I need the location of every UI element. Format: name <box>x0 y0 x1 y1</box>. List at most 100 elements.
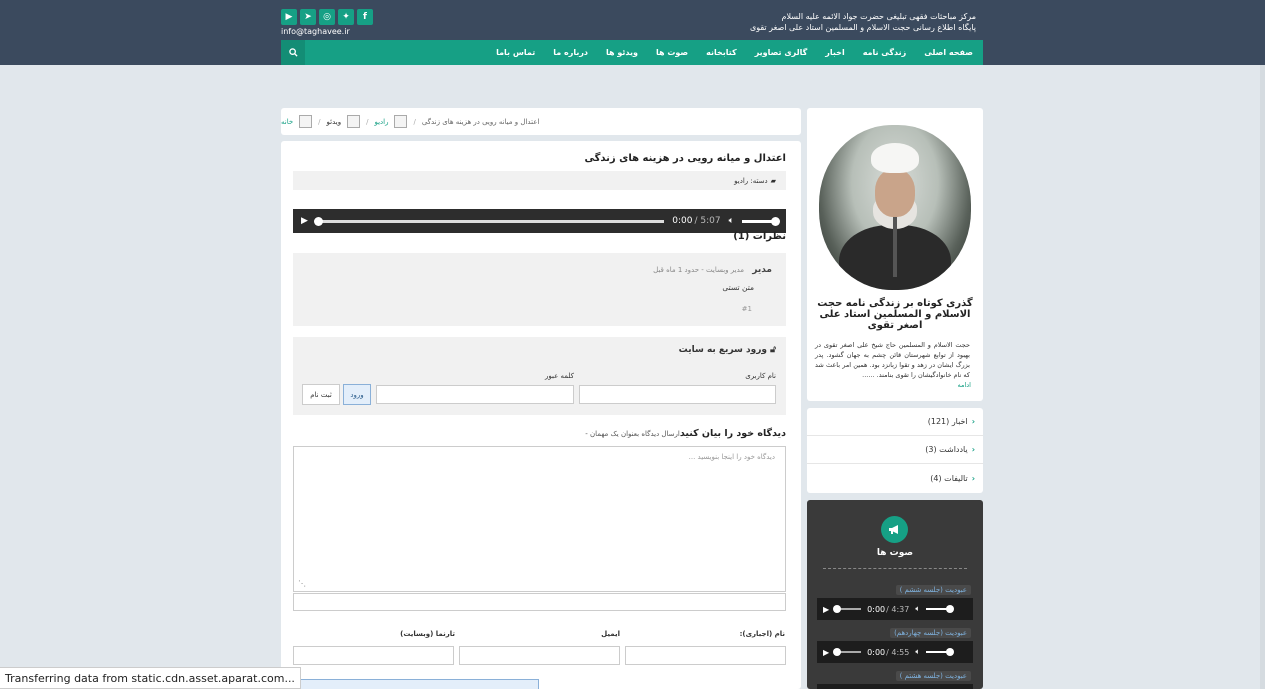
register-button[interactable]: ثبت نام <box>302 384 340 405</box>
volume-icon[interactable]: 🔈︎ <box>729 216 734 226</box>
site-title-line2[interactable]: پایگاه اطلاع رسانی حجت الاسلام و المسلمی… <box>750 22 976 33</box>
category-item-notes[interactable]: ‹ یادداشت (3) <box>807 436 983 464</box>
scrollbar[interactable] <box>1260 65 1265 689</box>
duration: / 4:37 <box>886 604 910 614</box>
duration: / 5:07 <box>694 216 721 226</box>
website-label: تارنما (وبسایت) <box>400 630 455 638</box>
twitter-icon[interactable]: ✦ <box>338 9 354 25</box>
username-label: نام کاربری <box>745 372 776 380</box>
nav-home[interactable]: صفحه اصلی <box>924 48 973 57</box>
name-input[interactable] <box>625 646 786 665</box>
nav-audio[interactable]: صوت ها <box>656 48 688 57</box>
play-icon[interactable]: ▶ <box>823 605 829 614</box>
track-title[interactable]: عبودیت (جلسه چهاردهم) <box>890 628 971 638</box>
submit-button[interactable] <box>293 679 539 689</box>
instagram-icon[interactable]: ◎ <box>319 9 335 25</box>
chevron-left-icon: ‹ <box>971 417 975 426</box>
category-item-news[interactable]: ‹ اخبار (121) <box>807 408 983 436</box>
duration: / 4:55 <box>886 647 910 657</box>
password-input[interactable] <box>376 385 574 404</box>
category-label: اخبار (121) <box>927 417 968 426</box>
email-label: ایمیل <box>601 630 620 638</box>
lock-icon: 🔓︎ <box>770 345 776 355</box>
username-input[interactable] <box>579 385 776 404</box>
opinion-heading: دیدگاه خود را بیان کنیدارسال دیدگاه بعنو… <box>585 428 786 439</box>
folder-icon: ▰ <box>770 176 776 185</box>
browser-status-bar: Transferring data from static.cdn.asset.… <box>0 667 301 689</box>
audio-player[interactable]: ▶ 0:00 / 4:37 🔈︎ <box>817 598 973 620</box>
volume-slider[interactable] <box>926 605 955 613</box>
divider <box>823 568 967 569</box>
site-header: مرکز مباحثات فقهی تبلیغی حضرت جواد الائم… <box>0 0 1265 65</box>
profile-title[interactable]: گذری کوتاه بر زندگی نامه حجت الاسلام و ا… <box>815 298 975 331</box>
category-label: تالیفات (4) <box>930 473 968 483</box>
search-icon <box>288 48 298 57</box>
current-time: 0:00 <box>867 604 886 614</box>
volume-icon[interactable]: 🔈︎ <box>915 604 920 614</box>
track-title[interactable]: عبودیت (جلسه ششم ) <box>895 585 971 595</box>
volume-slider[interactable] <box>742 216 780 226</box>
chevron-left-icon: ‹ <box>971 445 975 454</box>
audio-widget-title: صوت ها <box>876 548 914 558</box>
breadcrumb-separator: / <box>413 117 416 126</box>
volume-icon[interactable]: 🔈︎ <box>915 647 920 657</box>
category-list: ‹ اخبار (121) ‹ یادداشت (3) ‹ تالیفات (4) <box>807 408 983 493</box>
category-item-writings[interactable]: ‹ تالیفات (4) <box>807 464 983 492</box>
search-button[interactable] <box>281 40 305 65</box>
play-icon[interactable]: ▶ <box>301 216 308 226</box>
site-title-line1[interactable]: مرکز مباحثات فقهی تبلیغی حضرت جواد الائم… <box>750 11 976 22</box>
password-label: کلمه عبور <box>545 372 574 380</box>
nav-videos[interactable]: ویدئو ها <box>606 48 638 57</box>
breadcrumb-home[interactable]: خانه <box>281 118 293 126</box>
website-input[interactable] <box>293 646 454 665</box>
seek-bar[interactable] <box>313 216 665 226</box>
nav-gallery[interactable]: گالری تصاویر <box>755 48 808 57</box>
comment-textarea[interactable]: دیدگاه خود را اینجا بنویسید ... ⋰ <box>293 446 786 592</box>
breadcrumb-current: اعتدال و میانه رویی در هزینه های زندگی <box>421 117 540 126</box>
name-label: نام (اجباری): <box>739 630 785 638</box>
post-card: اعتدال و میانه رویی در هزینه های زندگی ▰… <box>281 141 801 689</box>
comments-heading: نظرات (1) <box>733 231 786 242</box>
quick-login-title: 🔓︎ ورود سریع به سایت <box>678 345 776 355</box>
login-button[interactable]: ورود <box>343 384 371 405</box>
audio-player[interactable]: ▶ 0:00 / 4:55 🔈︎ <box>817 641 973 663</box>
current-time: 0:00 <box>672 216 693 226</box>
profile-portrait <box>819 125 971 290</box>
social-links: ▶ ➤ ◎ ✦ f <box>281 9 373 25</box>
email-input[interactable] <box>459 646 620 665</box>
nav-contact[interactable]: تماس باما <box>496 48 535 57</box>
main-audio-player[interactable]: ▶ 0:00 / 5:07 🔈︎ <box>293 209 786 233</box>
contact-email[interactable]: info@taghavee.ir <box>281 27 350 36</box>
resize-handle-icon[interactable]: ⋰ <box>298 579 306 588</box>
main-navigation: صفحه اصلی زندگی نامه اخبار گالری تصاویر … <box>281 40 983 65</box>
site-title[interactable]: مرکز مباحثات فقهی تبلیغی حضرت جواد الائم… <box>750 11 976 33</box>
post-category[interactable]: دسته: رادیو <box>734 177 767 185</box>
breadcrumb-video[interactable]: ویدئو <box>327 118 342 126</box>
megaphone-icon <box>881 516 908 543</box>
play-icon[interactable]: ▶ <box>823 648 829 657</box>
comment-item: مدیر مدیر وبسایت - حدود 1 ماه قبل متن تس… <box>293 253 786 326</box>
breadcrumb-radio[interactable]: رادیو <box>374 118 388 126</box>
facebook-icon[interactable]: f <box>357 9 373 25</box>
comment-number[interactable]: #1 <box>742 305 752 313</box>
track-title[interactable]: عبودیت (جلسه هشتم ) <box>895 671 971 681</box>
read-more-link[interactable]: ادامه <box>958 381 971 389</box>
comment-author: مدیر <box>752 265 772 275</box>
comment-meta: مدیر وبسایت - حدود 1 ماه قبل <box>653 266 744 274</box>
nav-about[interactable]: درباره ما <box>553 48 588 57</box>
telegram-icon[interactable]: ➤ <box>300 9 316 25</box>
youtube-icon[interactable]: ▶ <box>281 9 297 25</box>
nav-library[interactable]: کتابخانه <box>706 48 737 57</box>
opinion-subheading: ارسال دیدگاه بعنوان یک مهمان - <box>585 430 680 438</box>
nav-news[interactable]: اخبار <box>825 48 844 57</box>
breadcrumb-separator: / <box>366 117 369 126</box>
quick-login-form: 🔓︎ ورود سریع به سایت نام کاربری کلمه عبو… <box>293 337 786 415</box>
seek-bar[interactable] <box>833 648 862 656</box>
volume-slider[interactable] <box>926 648 955 656</box>
audio-player[interactable] <box>817 684 973 689</box>
comment-placeholder: دیدگاه خود را اینجا بنویسید ... <box>688 453 775 461</box>
seek-bar[interactable] <box>833 605 862 613</box>
breadcrumb: خانه / ویدئو / رادیو / اعتدال و میانه رو… <box>281 108 801 135</box>
nav-biography[interactable]: زندگی نامه <box>863 48 907 57</box>
audio-widget: صوت ها عبودیت (جلسه ششم ) ▶ 0:00 / 4:37 … <box>807 500 983 689</box>
